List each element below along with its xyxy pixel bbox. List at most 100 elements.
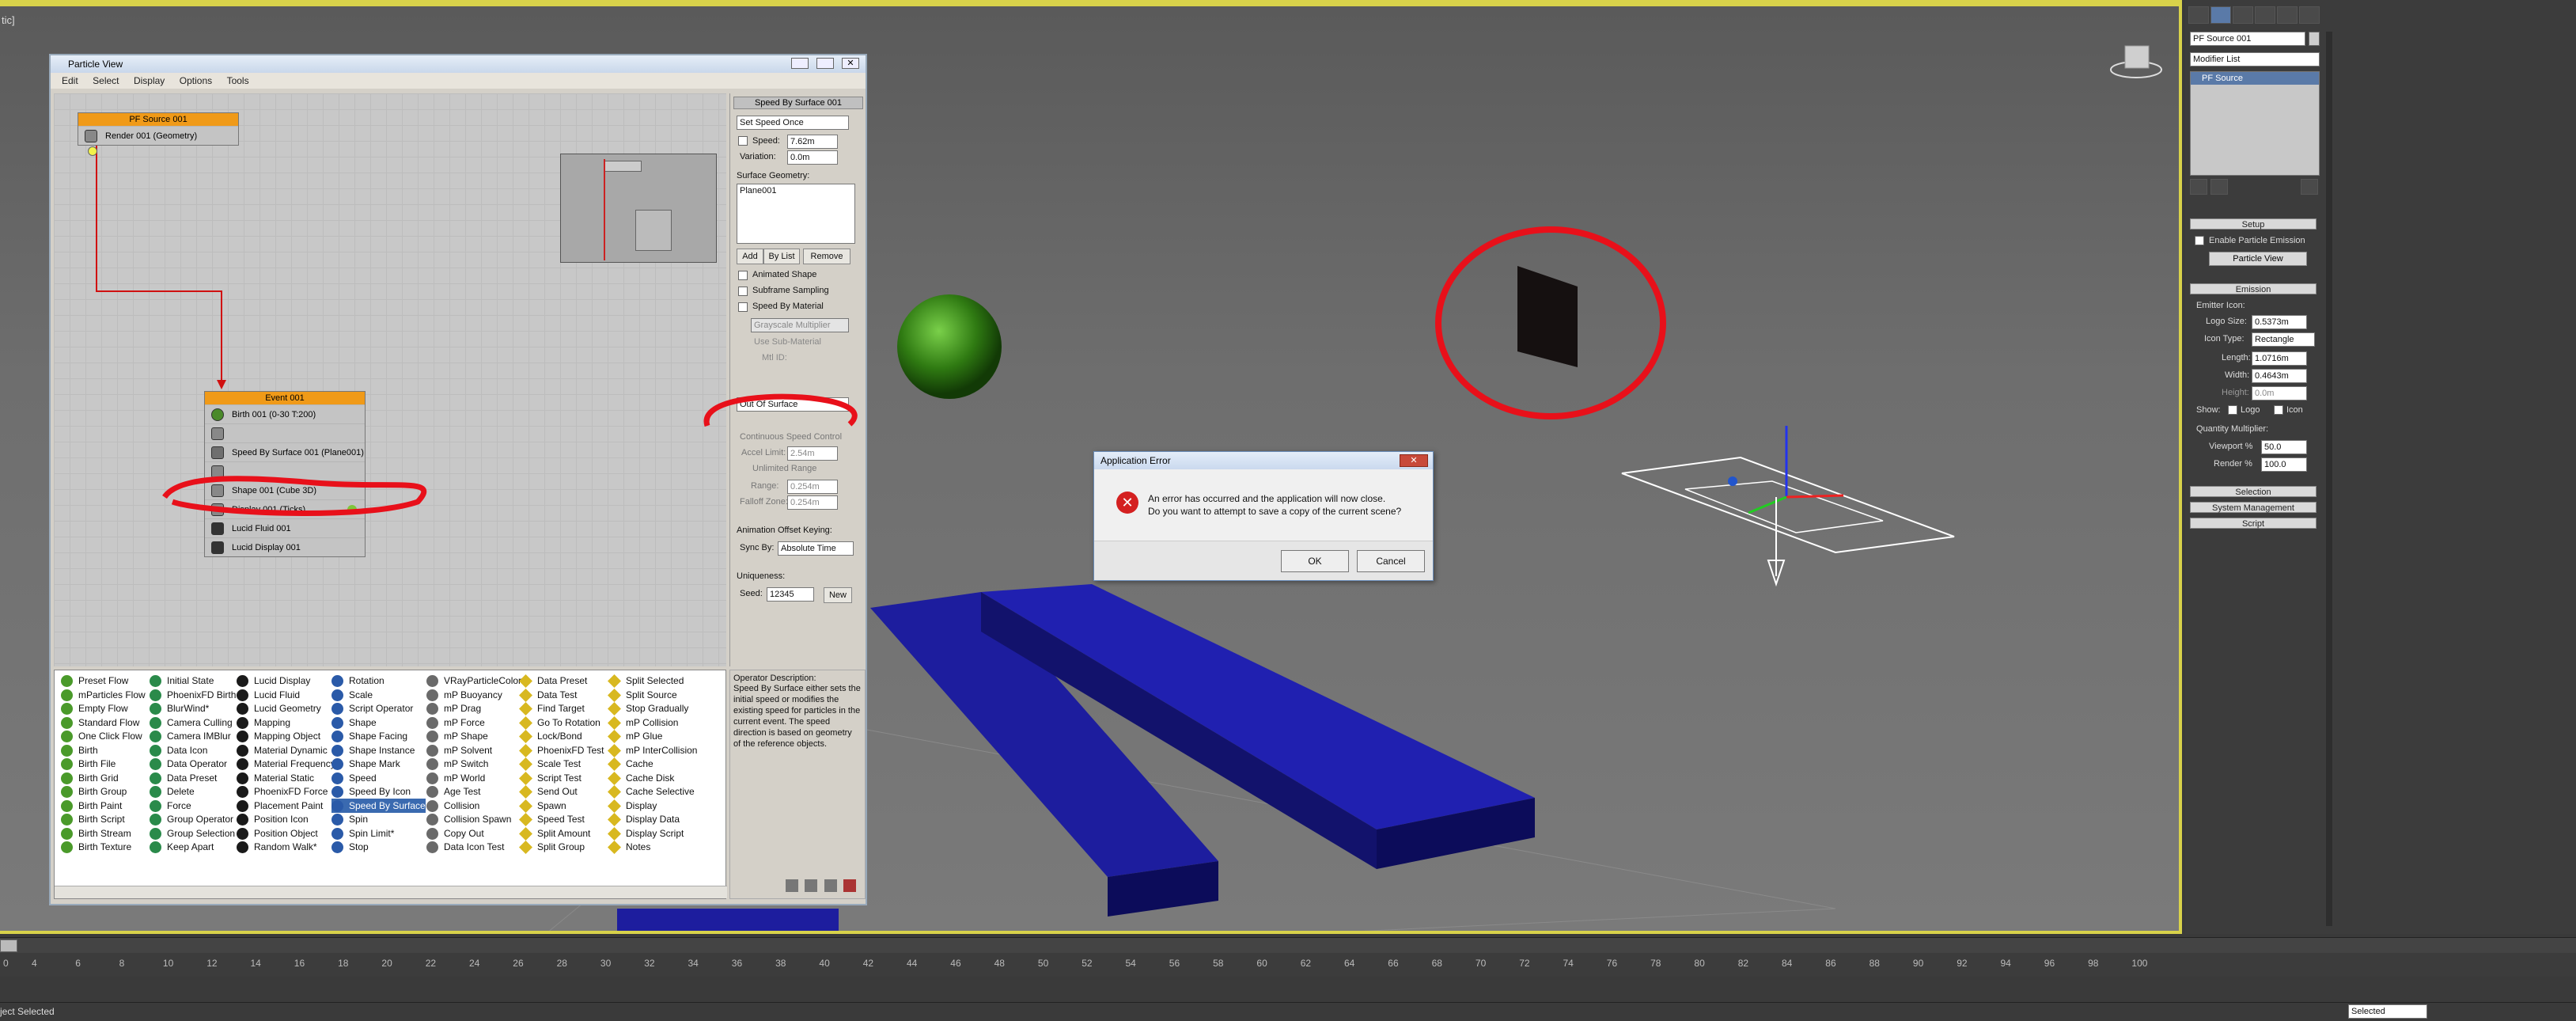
menu-select[interactable]: Select bbox=[93, 73, 119, 89]
depot-item[interactable]: Speed Test bbox=[519, 812, 585, 826]
speed-checkbox[interactable] bbox=[738, 136, 748, 146]
maximize-button[interactable] bbox=[816, 58, 834, 69]
depot-item[interactable]: Cache Disk bbox=[608, 771, 674, 785]
sync-by-select[interactable]: Absolute Time bbox=[778, 541, 854, 556]
depot-item[interactable]: Placement Paint bbox=[237, 799, 323, 813]
gizmo-x-axis[interactable] bbox=[1786, 494, 1844, 499]
depot-item[interactable]: Collision Spawn bbox=[426, 812, 511, 826]
configure-sets-icon[interactable] bbox=[2301, 179, 2318, 195]
object-name-field[interactable]: PF Source 001 bbox=[2190, 32, 2305, 46]
depot-item[interactable]: Camera IMBlur bbox=[150, 729, 231, 743]
render-pct-input[interactable]: 100.0 bbox=[2261, 457, 2307, 472]
depot-item[interactable]: Speed By Surface bbox=[331, 798, 426, 813]
depot-item[interactable]: Shape Facing bbox=[331, 729, 407, 743]
minimize-button[interactable] bbox=[791, 58, 809, 69]
show-icon-checkbox[interactable] bbox=[2274, 405, 2283, 415]
speed-mode-select[interactable]: Set Speed Once bbox=[737, 116, 849, 130]
depot-item[interactable]: Spawn bbox=[519, 799, 566, 813]
depot-item[interactable]: Display Script bbox=[608, 826, 684, 841]
length-input[interactable]: 1.0716m bbox=[2252, 351, 2307, 366]
depot-item[interactable]: PhoenixFD Force bbox=[237, 784, 328, 799]
dialog-close-icon[interactable]: ✕ bbox=[1400, 454, 1428, 467]
track-bar[interactable]: 0 4 6 8 10 12 14 16 18 20 22 24 26 28 30 32 34 36 38 40 42 44… bbox=[0, 953, 2576, 977]
selection-rollout[interactable]: Selection bbox=[2190, 486, 2317, 497]
depot-item[interactable]: Collision bbox=[426, 799, 479, 813]
depot-item[interactable]: Stop bbox=[331, 840, 369, 854]
emitter-icon-gizmo[interactable] bbox=[1621, 456, 1955, 554]
depot-item[interactable]: Lock/Bond bbox=[519, 729, 582, 743]
menu-edit[interactable]: Edit bbox=[62, 73, 78, 89]
depot-item[interactable]: Material Static bbox=[237, 771, 314, 785]
depot-item[interactable]: Cache bbox=[608, 757, 653, 771]
zoom-icon[interactable] bbox=[805, 879, 818, 892]
modify-tab-icon[interactable] bbox=[2210, 6, 2231, 24]
logo-size-input[interactable]: 0.5373m bbox=[2252, 315, 2307, 329]
menu-options[interactable]: Options bbox=[180, 73, 212, 89]
speed-input[interactable]: 7.62m bbox=[787, 135, 838, 149]
depot-item[interactable]: Go To Rotation bbox=[519, 715, 600, 730]
render-operator[interactable]: Render 001 (Geometry) bbox=[78, 126, 238, 145]
depot-item[interactable]: Mapping Object bbox=[237, 729, 320, 743]
add-button[interactable]: Add bbox=[737, 249, 763, 264]
depot-item[interactable]: Preset Flow bbox=[61, 674, 128, 688]
close-icon[interactable]: ✕ bbox=[842, 58, 859, 69]
depot-item[interactable]: Birth Stream bbox=[61, 826, 131, 841]
event-header[interactable]: Event 001 bbox=[205, 392, 365, 404]
range-input[interactable]: 0.254m bbox=[787, 480, 838, 494]
icon-type-select[interactable]: Rectangle bbox=[2252, 332, 2315, 347]
depot-item[interactable]: Position Object bbox=[237, 826, 318, 841]
depot-item[interactable]: Material Frequency bbox=[237, 757, 335, 771]
depot-item[interactable]: Lucid Display bbox=[237, 674, 310, 688]
depot-item[interactable]: Shape bbox=[331, 715, 377, 730]
depot-item[interactable]: Material Dynamic bbox=[237, 743, 328, 757]
emission-rollout[interactable]: Emission bbox=[2190, 283, 2317, 294]
depot-item[interactable]: Data Test bbox=[519, 688, 577, 702]
depot-item[interactable]: Rotation bbox=[331, 674, 385, 688]
depot-item[interactable]: Force bbox=[150, 799, 191, 813]
depot-item[interactable]: Data Icon bbox=[150, 743, 207, 757]
depot-item[interactable]: Camera Culling bbox=[150, 715, 233, 730]
particle-view-button[interactable]: Particle View bbox=[2209, 252, 2307, 266]
depot-item[interactable]: BlurWind* bbox=[150, 701, 209, 715]
depot-item[interactable]: Shape Instance bbox=[331, 743, 415, 757]
depot-item[interactable]: Data Icon Test bbox=[426, 840, 505, 854]
depot-item[interactable]: Initial State bbox=[150, 674, 214, 688]
time-slider[interactable] bbox=[0, 937, 2576, 953]
depot-item[interactable]: Spin Limit* bbox=[331, 826, 394, 841]
viewcube[interactable] bbox=[2124, 45, 2150, 69]
event-row-lucid-fluid[interactable]: Lucid Fluid 001 bbox=[205, 518, 365, 537]
depot-item[interactable]: mP Collision bbox=[608, 715, 678, 730]
surface-item[interactable]: Plane001 bbox=[740, 186, 777, 195]
grayscale-select[interactable]: Grayscale Multiplier bbox=[751, 318, 849, 332]
depot-item[interactable]: Script Test bbox=[519, 771, 581, 785]
depot-item[interactable]: Group Operator bbox=[150, 812, 233, 826]
depot-item[interactable]: Scale bbox=[331, 688, 373, 702]
object-color-swatch[interactable] bbox=[2309, 32, 2320, 46]
seed-input[interactable]: 12345 bbox=[767, 587, 814, 602]
depot-item[interactable]: Data Operator bbox=[150, 757, 227, 771]
enable-emission-checkbox[interactable] bbox=[2195, 236, 2204, 245]
depot-item[interactable]: mP InterCollision bbox=[608, 743, 697, 757]
modifier-stack[interactable]: PF Source bbox=[2190, 71, 2320, 176]
cancel-button[interactable]: Cancel bbox=[1357, 550, 1425, 572]
menu-tools[interactable]: Tools bbox=[227, 73, 249, 89]
depot-item[interactable]: Display Data bbox=[608, 812, 680, 826]
depot-item[interactable]: Standard Flow bbox=[61, 715, 139, 730]
depot-item[interactable]: mP Switch bbox=[426, 757, 488, 771]
no-zoom-icon[interactable] bbox=[843, 879, 857, 892]
depot-item[interactable]: Split Amount bbox=[519, 826, 590, 841]
depot-item[interactable]: Birth Group bbox=[61, 784, 127, 799]
depot-item[interactable]: Split Selected bbox=[608, 674, 684, 688]
depot-item[interactable]: Birth Script bbox=[61, 812, 125, 826]
operator-depot[interactable]: Preset Flow mParticles Flow Empty Flow Stan… bbox=[54, 670, 727, 899]
modifier-list-dropdown[interactable]: Modifier List bbox=[2190, 52, 2320, 66]
depot-item[interactable]: Speed bbox=[331, 771, 377, 785]
depot-item[interactable]: Birth bbox=[61, 743, 98, 757]
new-seed-button[interactable]: New bbox=[824, 587, 852, 603]
viewport-pct-input[interactable]: 50.0 bbox=[2261, 440, 2307, 454]
depot-item[interactable]: Age Test bbox=[426, 784, 480, 799]
remove-button[interactable]: Remove bbox=[803, 249, 850, 264]
depot-item[interactable]: mP Solvent bbox=[426, 743, 492, 757]
navigation-icons[interactable] bbox=[786, 879, 862, 894]
depot-item[interactable]: Data Preset bbox=[150, 771, 217, 785]
